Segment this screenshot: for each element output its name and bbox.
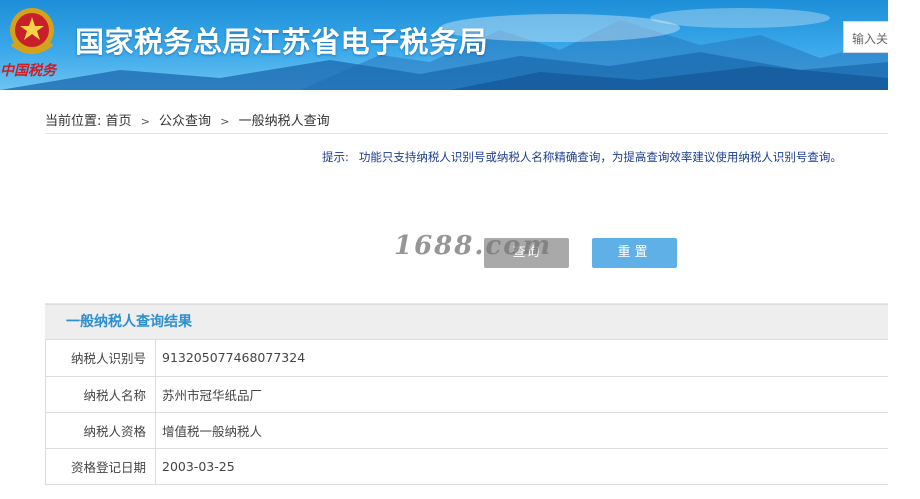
tax-emblem-icon: [10, 8, 54, 54]
row-value: 增值税一般纳税人: [155, 412, 888, 449]
emblem-caption: 中国税务: [0, 63, 56, 79]
breadcrumb-public-query[interactable]: 公众查询: [159, 114, 211, 129]
table-row: 纳税人识别号 913205077468077324: [45, 340, 888, 377]
search-input[interactable]: 输入关: [843, 21, 888, 53]
results-table: 纳税人识别号 913205077468077324 纳税人名称 苏州市冠华纸品厂…: [45, 340, 888, 485]
results-section: 一般纳税人查询结果 纳税人识别号 913205077468077324 纳税人名…: [45, 304, 888, 485]
table-row: 纳税人名称 苏州市冠华纸品厂: [45, 376, 888, 413]
chevron-right-icon: >: [220, 115, 230, 128]
table-row: 纳税人资格 增值税一般纳税人: [45, 412, 888, 449]
row-label: 纳税人名称: [45, 376, 156, 413]
results-title: 一般纳税人查询结果: [66, 314, 192, 330]
chevron-right-icon: >: [140, 115, 150, 128]
row-label: 纳税人资格: [45, 412, 156, 449]
query-tip: 提示: 功能只支持纳税人识别号或纳税人名称精确查询，为提高查询效率建议使用纳税人识…: [322, 149, 842, 165]
results-header: 一般纳税人查询结果: [45, 304, 888, 340]
query-panel: 提示: 功能只支持纳税人识别号或纳税人名称精确查询，为提高查询效率建议使用纳税人识…: [45, 145, 888, 304]
breadcrumb-home[interactable]: 首页: [106, 114, 132, 129]
reset-button[interactable]: 重置: [592, 238, 677, 268]
watermark: 1688.com: [394, 231, 553, 261]
table-row: 资格登记日期 2003-03-25: [45, 448, 888, 485]
row-value: 苏州市冠华纸品厂: [155, 376, 888, 413]
row-value: 913205077468077324: [155, 340, 888, 377]
row-label: 纳税人识别号: [45, 340, 156, 377]
breadcrumb-prefix: 当前位置:: [45, 114, 102, 129]
site-header: 中国税务 国家税务总局江苏省电子税务局 输入关: [0, 0, 888, 90]
row-label: 资格登记日期: [45, 448, 156, 485]
row-value: 2003-03-25: [155, 448, 888, 485]
divider: [45, 133, 888, 134]
breadcrumb-current: 一般纳税人查询: [238, 114, 330, 129]
tip-text: 功能只支持纳税人识别号或纳税人名称精确查询，为提高查询效率建议使用纳税人识别号查…: [358, 150, 842, 164]
breadcrumb: 当前位置: 首页 > 公众查询 > 一般纳税人查询: [45, 110, 330, 129]
tip-label: 提示:: [322, 150, 349, 164]
site-title: 国家税务总局江苏省电子税务局: [75, 25, 489, 59]
